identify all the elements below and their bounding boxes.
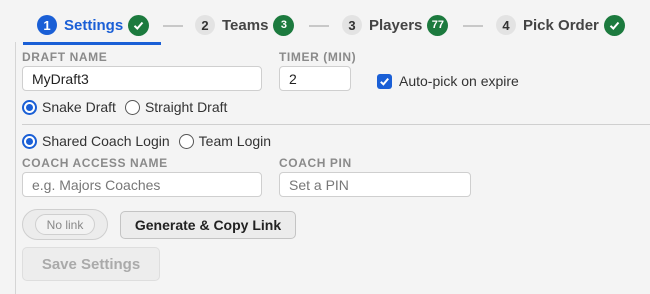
step-label: Pick Order (523, 16, 599, 34)
timer-input[interactable] (279, 66, 351, 91)
radio-selected-icon (22, 99, 37, 115)
players-count-badge: 77 (427, 14, 449, 36)
coach-access-name-label: COACH ACCESS NAME (22, 156, 168, 170)
radio-label: Shared Coach Login (42, 133, 170, 149)
step-number: 4 (496, 15, 516, 35)
step-number: 1 (37, 15, 57, 35)
step-teams[interactable]: 2 Teams 3 (195, 13, 295, 37)
step-number: 3 (342, 15, 362, 35)
step-connector (463, 25, 483, 27)
shared-coach-login-radio[interactable]: Shared Coach Login (22, 133, 170, 149)
link-status-badge: No link (35, 214, 95, 235)
draft-name-input[interactable] (22, 66, 262, 91)
coach-access-name-input[interactable] (22, 172, 262, 197)
radio-label: Straight Draft (144, 99, 228, 115)
wizard-steps: 1 Settings 2 Teams 3 3 Players 77 4 Pick… (0, 0, 650, 46)
coach-pin-input[interactable] (279, 172, 471, 197)
radio-label: Snake Draft (42, 99, 116, 115)
draft-type-group: Snake Draft Straight Draft (22, 97, 236, 117)
coach-pin-label: COACH PIN (279, 156, 352, 170)
draft-name-label: DRAFT NAME (22, 50, 108, 64)
auto-pick-checkbox[interactable]: Auto-pick on expire (377, 73, 519, 89)
step-label: Teams (222, 16, 269, 34)
step-settings[interactable]: 1 Settings (37, 13, 150, 37)
step-number: 2 (195, 15, 215, 35)
generate-copy-link-button[interactable]: Generate & Copy Link (120, 211, 296, 239)
step-connector (309, 25, 329, 27)
link-status-container: No link (22, 209, 108, 240)
radio-label: Team Login (198, 133, 272, 149)
timer-label: TIMER (MIN) (279, 50, 357, 64)
radio-selected-icon (22, 133, 37, 149)
login-type-group: Shared Coach Login Team Login (22, 131, 280, 151)
step-label: Settings (64, 16, 124, 34)
step-label: Players (369, 16, 423, 34)
straight-draft-radio[interactable]: Straight Draft (124, 99, 228, 115)
check-icon (128, 14, 150, 36)
save-settings-button[interactable]: Save Settings (22, 247, 160, 281)
step-connector (163, 25, 183, 27)
step-players[interactable]: 3 Players 77 (342, 13, 449, 37)
auto-pick-label: Auto-pick on expire (399, 73, 519, 89)
radio-unselected-icon (178, 133, 194, 149)
team-login-radio[interactable]: Team Login (178, 133, 272, 149)
check-icon (603, 14, 625, 36)
teams-count-badge: 3 (273, 14, 295, 36)
step-pick-order[interactable]: 4 Pick Order (496, 13, 625, 37)
section-divider (22, 124, 650, 125)
checkbox-checked-icon (377, 73, 392, 89)
snake-draft-radio[interactable]: Snake Draft (22, 99, 116, 115)
radio-unselected-icon (124, 99, 140, 115)
